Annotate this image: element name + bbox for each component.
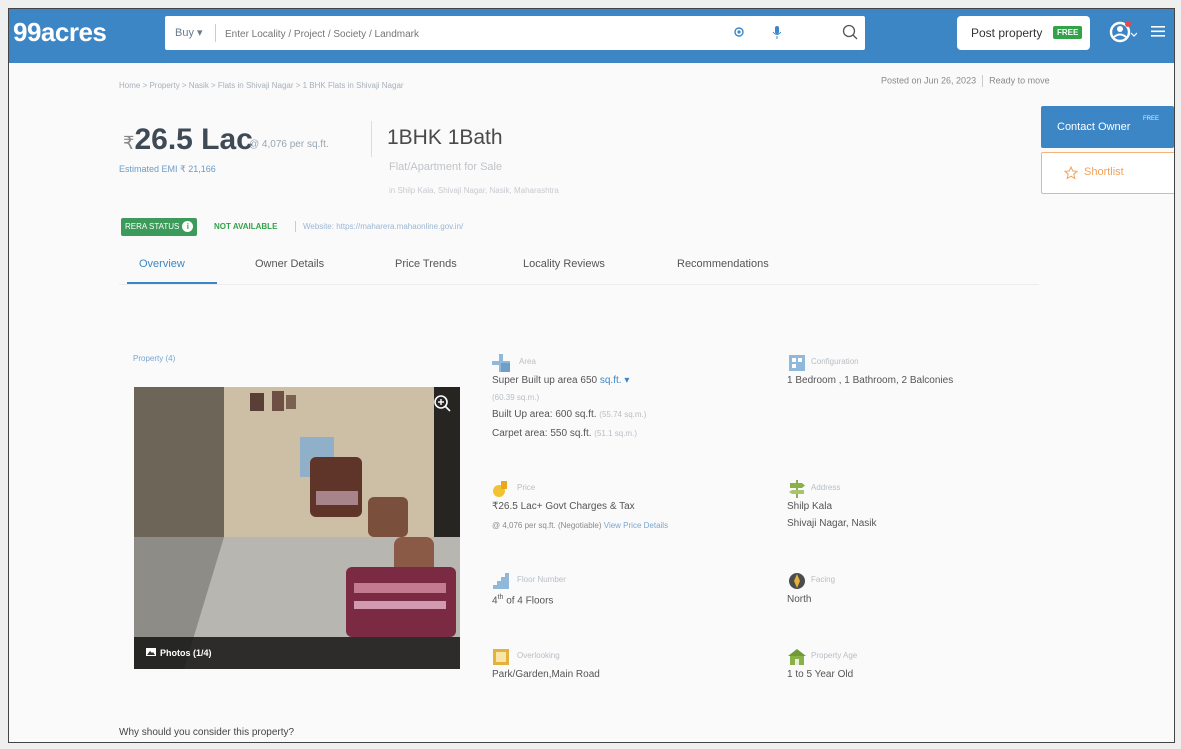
carpet-area: Carpet area: 550 sq.ft. (51.1 sq.m.)	[492, 428, 637, 439]
price-per-sqft-detail: @ 4,076 per sq.ft.	[492, 521, 556, 530]
tab-price-trends[interactable]: Price Trends	[395, 258, 457, 270]
total-floors: of 4 Floors	[506, 595, 554, 607]
price-tag-icon	[493, 481, 507, 497]
user-account-icon[interactable]	[1109, 19, 1137, 45]
area-label: Area	[519, 357, 536, 366]
zoom-icon[interactable]	[432, 393, 452, 413]
carpet-approx: (51.1 sq.m.)	[594, 429, 637, 438]
negotiable-tag: (Negotiable)	[557, 521, 602, 530]
unit-value: sq.ft.	[599, 375, 622, 386]
buy-label: Buy	[175, 27, 194, 39]
super-built-up-area: Super Built up area 650 sq.ft. ▾	[492, 375, 629, 386]
top-navbar: 99acres Buy ▾ Post property FREE	[9, 9, 1174, 63]
floor-label: Floor Number	[517, 575, 566, 584]
super-built-up-value: Super Built up area 650	[492, 375, 598, 386]
image-icon	[146, 648, 156, 656]
shortlist-button[interactable]: Shortlist	[1041, 152, 1174, 194]
overlooking-label: Overlooking	[517, 651, 560, 660]
active-tab-indicator	[127, 282, 217, 284]
tab-recommendations[interactable]: Recommendations	[677, 258, 769, 270]
listing-subtitle: Flat/Apartment for Sale	[389, 161, 503, 173]
built-up-approx: (55.74 sq.m.)	[599, 410, 647, 419]
star-icon	[1064, 166, 1078, 180]
property-age-value: 1 to 5 Year Old	[787, 669, 854, 680]
listing-address: in Shilp Kala, Shivaji Nagar, Nasik, Mah…	[389, 186, 559, 195]
price-per-sqft: @ 4,076 per sq.ft.	[249, 139, 329, 150]
overlooking-value: Park/Garden,Main Road	[492, 669, 600, 680]
address-line1: Shilp Kala	[787, 501, 833, 512]
post-property-button[interactable]: Post property FREE	[957, 16, 1090, 50]
shortlist-label: Shortlist	[1084, 166, 1124, 178]
address-label: Address	[811, 483, 841, 492]
buy-dropdown[interactable]: Buy ▾	[175, 26, 203, 39]
rera-availability: NOT AVAILABLE	[214, 222, 278, 231]
search-divider	[215, 24, 216, 42]
super-area-approx: (60.39 sq.m.)	[492, 393, 540, 402]
price-label: Price	[517, 483, 536, 492]
search-icon[interactable]	[841, 23, 859, 41]
microphone-icon[interactable]	[771, 25, 783, 40]
contact-free-badge: FREE	[1143, 116, 1160, 122]
carpet-value: Carpet area: 550 sq.ft.	[492, 428, 592, 439]
built-up-value: Built Up area: 600 sq.ft.	[492, 409, 597, 420]
rupee-symbol: ₹	[123, 133, 135, 153]
why-consider-heading: Why should you consider this property?	[119, 727, 295, 738]
configuration-value: 1 Bedroom , 1 Bathroom, 2 Balconies	[787, 375, 954, 386]
property-photo-count: Property (4)	[133, 354, 176, 363]
photos-bar[interactable]: Photos (1/4)	[134, 637, 460, 669]
header-divider	[371, 121, 372, 157]
location-target-icon[interactable]	[733, 26, 745, 38]
configuration-label: Configuration	[811, 357, 859, 366]
facing-value: North	[787, 594, 812, 605]
price-amount: 26.5 Lac	[134, 123, 253, 156]
tab-locality-reviews[interactable]: Locality Reviews	[523, 258, 605, 270]
posted-date: Posted on Jun 26, 2023	[881, 75, 977, 86]
price-breakdown: @ 4,076 per sq.ft. (Negotiable) View Pri…	[492, 521, 668, 530]
rera-status-badge: RERA STATUS i	[121, 218, 198, 236]
rera-website-link[interactable]: Website: https://maharera.mahaonline.gov…	[303, 222, 463, 231]
tab-owner-details[interactable]: Owner Details	[255, 258, 324, 270]
tab-overview[interactable]: Overview	[139, 258, 185, 270]
address-line2: Shivaji Nagar, Nasik	[787, 518, 877, 529]
facing-label: Facing	[811, 575, 836, 584]
property-room-image	[134, 387, 460, 669]
search-input[interactable]	[223, 22, 707, 46]
hamburger-menu-icon[interactable]	[1149, 23, 1167, 39]
possession-status: Ready to move	[989, 75, 1050, 86]
area-icon	[492, 354, 510, 372]
info-icon[interactable]: i	[182, 221, 194, 233]
rera-divider	[295, 221, 296, 232]
rera-label: RERA STATUS	[125, 222, 180, 231]
building-age-icon	[788, 649, 806, 665]
breadcrumb[interactable]: Home > Property > Nasik > Flats in Shiva…	[119, 81, 404, 90]
floor-suffix: th	[497, 594, 504, 601]
price-heading: ₹26.5 Lac	[123, 123, 253, 157]
browser-page: 99acres Buy ▾ Post property FREE	[8, 8, 1175, 743]
contact-owner-button[interactable]: Contact Owner FREE	[1041, 106, 1174, 148]
overlooking-icon	[493, 649, 509, 665]
photos-label: Photos (1/4)	[160, 648, 212, 658]
post-property-label: Post property	[971, 26, 1043, 40]
posted-divider	[982, 75, 984, 87]
compass-icon	[789, 573, 805, 589]
unit-dropdown[interactable]: sq.ft. ▾	[600, 375, 630, 386]
built-up-area: Built Up area: 600 sq.ft. (55.74 sq.m.)	[492, 409, 646, 420]
search-box[interactable]: Buy ▾	[165, 16, 865, 50]
emi-link[interactable]: Estimated EMI ₹ 21,166	[119, 164, 216, 175]
property-photo[interactable]: Photos (1/4)	[134, 387, 460, 669]
property-age-label: Property Age	[811, 651, 858, 660]
floor-value: 4th of 4 Floors	[492, 594, 553, 606]
view-price-details-link[interactable]: View Price Details	[604, 521, 668, 530]
free-badge: FREE	[1053, 26, 1083, 39]
contact-owner-label: Contact Owner	[1057, 121, 1131, 133]
stairs-icon	[493, 573, 509, 589]
site-logo[interactable]: 99acres	[13, 17, 107, 48]
listing-title: 1BHK 1Bath	[387, 126, 503, 149]
configuration-icon	[789, 355, 805, 371]
tabs-baseline	[119, 284, 1039, 285]
price-value: ₹26.5 Lac+ Govt Charges & Tax	[492, 501, 635, 512]
signpost-icon	[789, 480, 805, 498]
posted-info: Posted on Jun 26, 2023 Ready to move	[881, 75, 1050, 87]
